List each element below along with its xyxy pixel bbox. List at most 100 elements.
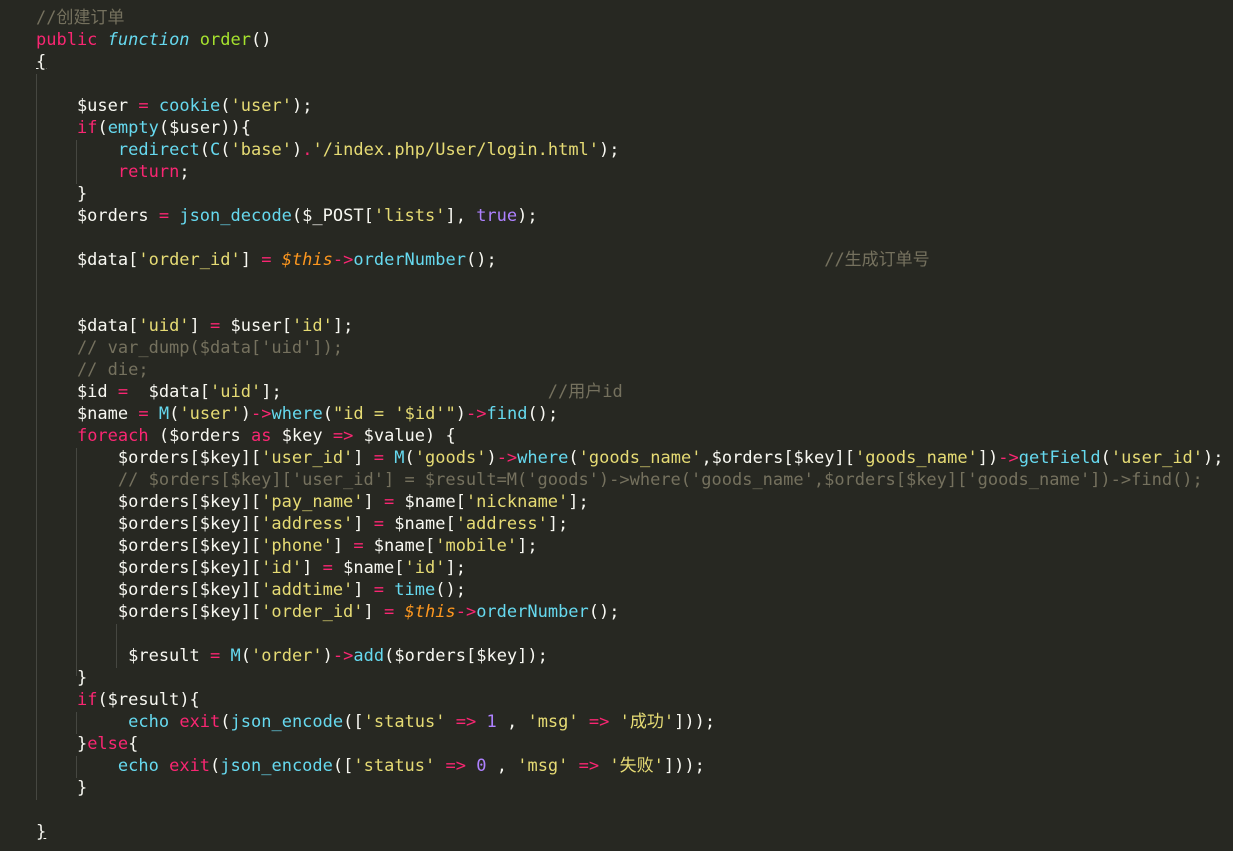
code-line[interactable]: $orders[$key]['pay_name'] = $name['nickn… — [36, 491, 1224, 513]
code-token: foreach — [76, 426, 149, 446]
code-token: = — [138, 404, 149, 424]
code-token: $orders[$key][ — [36, 448, 262, 468]
code-content[interactable]: //创建订单 public function order(){ $user = c… — [36, 7, 1224, 843]
code-line[interactable]: $data['uid'] = $user['id']; — [36, 315, 1224, 337]
code-line[interactable] — [36, 73, 1224, 95]
code-line[interactable]: return; — [36, 161, 1224, 183]
code-token: $value) { — [353, 426, 456, 446]
code-editor[interactable]: //创建订单 public function order(){ $user = c… — [0, 0, 1233, 851]
code-line[interactable]: $orders[$key]['id'] = $name['id']; — [36, 557, 1224, 579]
code-token: where — [517, 448, 569, 468]
code-token: echo — [117, 756, 159, 776]
code-line[interactable]: } — [36, 183, 1224, 205]
code-token: = — [322, 558, 333, 578]
code-line[interactable]: $orders[$key]['order_id'] = $this->order… — [36, 601, 1224, 623]
code-token: ]; — [517, 536, 538, 556]
code-token: 'user' — [179, 404, 241, 424]
code-token: , — [496, 712, 528, 732]
code-line[interactable]: $orders[$key]['user_id'] = M('goods')->w… — [36, 447, 1224, 469]
code-token: time — [394, 580, 436, 600]
code-token: ] — [363, 602, 385, 622]
code-line[interactable]: redirect(C('base').'/index.php/User/logi… — [36, 139, 1224, 161]
code-line[interactable] — [36, 799, 1224, 821]
code-line[interactable]: //创建订单 — [36, 7, 1224, 29]
code-line[interactable]: $orders[$key]['phone'] = $name['mobile']… — [36, 535, 1224, 557]
code-token: ] — [353, 580, 374, 600]
code-token: $this — [404, 602, 456, 622]
code-token: public — [36, 30, 108, 50]
code-token: $result — [36, 646, 210, 666]
code-token: ); — [599, 140, 620, 160]
code-line[interactable]: } — [36, 667, 1224, 689]
code-token: 'uid' — [210, 382, 262, 402]
code-token: -> — [998, 448, 1019, 468]
code-line[interactable]: $user = cookie('user'); — [36, 95, 1224, 117]
code-line[interactable]: } — [36, 821, 1224, 843]
code-token: $name[ — [363, 536, 436, 556]
code-token: 'goods_name' — [854, 448, 978, 468]
code-line[interactable]: $orders = json_decode($_POST['lists'], t… — [36, 205, 1224, 227]
code-line[interactable]: $id = $data['uid']; //用户id — [36, 381, 1224, 403]
code-token: // die; — [36, 360, 149, 380]
code-token: return — [117, 162, 180, 182]
code-line[interactable]: if(empty($user)){ — [36, 117, 1224, 139]
code-line[interactable]: public function order() — [36, 29, 1224, 51]
code-token: = — [384, 602, 395, 622]
code-token: $name[ — [394, 492, 466, 512]
code-line[interactable]: echo exit(json_encode(['status' => 0 , '… — [36, 755, 1224, 777]
code-token: 'goods_name' — [578, 448, 702, 468]
code-token: ); — [291, 96, 313, 116]
code-token: ($orders — [148, 426, 251, 446]
code-token: M — [394, 448, 405, 468]
code-line[interactable]: $orders[$key]['addtime'] = time(); — [36, 579, 1224, 601]
code-line[interactable] — [36, 293, 1224, 315]
code-token: ( — [1100, 448, 1111, 468]
code-line[interactable]: // die; — [36, 359, 1224, 381]
code-token: } — [36, 822, 47, 842]
code-line[interactable] — [36, 227, 1224, 249]
code-token: ] — [363, 492, 385, 512]
code-token: 1 — [486, 712, 497, 732]
code-line[interactable]: $data['order_id'] = $this->orderNumber()… — [36, 249, 1224, 271]
code-token: = — [353, 536, 364, 556]
code-line[interactable]: } — [36, 777, 1224, 799]
code-token: = — [210, 316, 221, 336]
code-token: 'base' — [230, 140, 292, 160]
code-token: 'order' — [251, 646, 323, 666]
code-token: = — [138, 96, 149, 116]
code-line[interactable] — [36, 271, 1224, 293]
code-line[interactable]: // var_dump($data['uid']); — [36, 337, 1224, 359]
code-token: $name[ — [332, 558, 405, 578]
code-token: $user — [36, 96, 139, 116]
code-line[interactable]: // $orders[$key]['user_id'] = $result=M(… — [36, 469, 1224, 491]
code-token: 'goods' — [414, 448, 487, 468]
code-token: orderNumber — [476, 602, 589, 622]
code-line[interactable]: { — [36, 51, 1224, 73]
code-token: 'order_id' — [261, 602, 364, 622]
code-token: order — [199, 30, 251, 50]
code-token: where — [271, 404, 323, 424]
code-line[interactable]: if($result){ — [36, 689, 1224, 711]
code-line[interactable]: $name = M('user')->where("id = '$id'")->… — [36, 403, 1224, 425]
code-line[interactable]: $result = M('order')->add($orders[$key])… — [36, 645, 1224, 667]
code-line[interactable] — [36, 623, 1224, 645]
code-line[interactable]: echo exit(json_encode(['status' => 1 , '… — [36, 711, 1224, 733]
code-token: ([ — [343, 712, 364, 732]
code-token: //创建订单 — [36, 8, 125, 28]
code-token: (); — [588, 602, 620, 622]
code-token: , — [486, 756, 518, 776]
code-token: ,$orders[$key][ — [701, 448, 855, 468]
code-line[interactable]: }else{ — [36, 733, 1224, 755]
code-line[interactable]: $orders[$key]['address'] = $name['addres… — [36, 513, 1224, 535]
code-token: //用户id — [547, 382, 623, 402]
code-line[interactable]: foreach ($orders as $key => $value) { — [36, 425, 1224, 447]
code-token: => — [588, 712, 610, 732]
